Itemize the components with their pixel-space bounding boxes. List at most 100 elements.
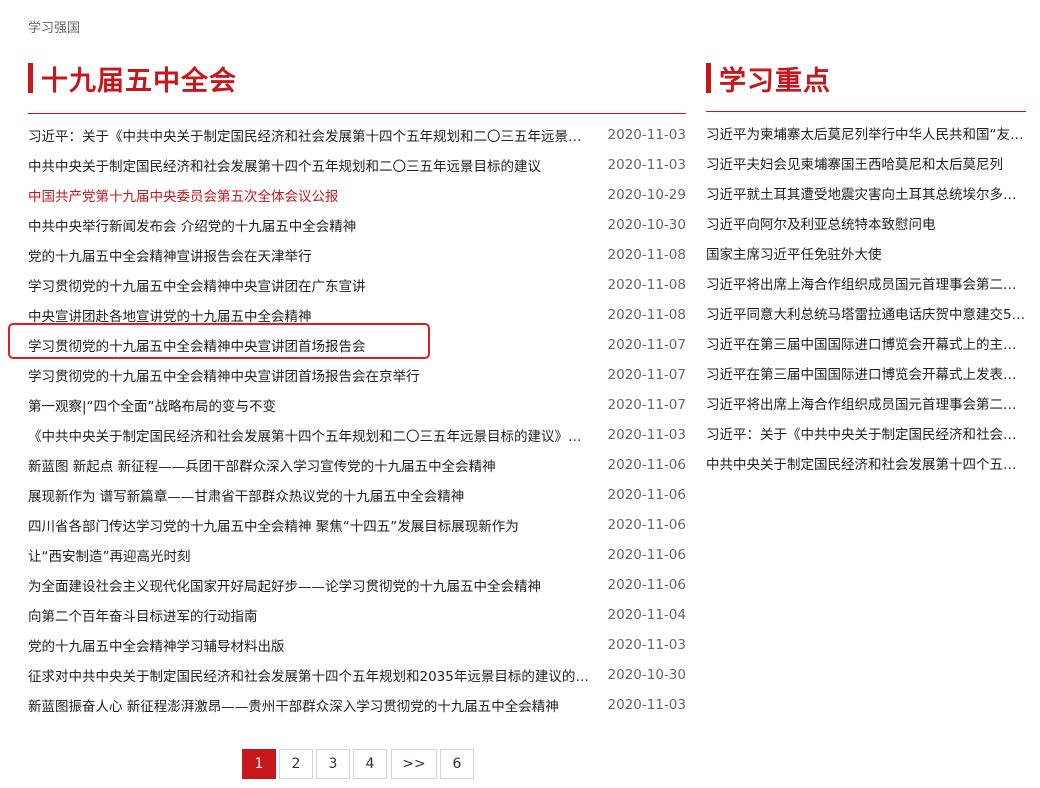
key-study-item[interactable]: 习近平在第三届中国国际进口博览会开幕式上发表主旨演讲 <box>706 358 1026 388</box>
key-study-item[interactable]: 习近平在第三届中国国际进口博览会开幕式上的主旨演讲 <box>706 328 1026 358</box>
article-row[interactable]: 中国共产党第十九届中央委员会第五次全体会议公报 2020-10-29 <box>28 180 686 210</box>
article-date: 2020-11-03 <box>607 157 686 173</box>
article-row[interactable]: 党的十九届五中全会精神宣讲报告会在天津举行 2020-11-08 <box>28 240 686 270</box>
article-date: 2020-10-30 <box>607 217 686 233</box>
key-study-item[interactable]: 习近平夫妇会见柬埔寨国王西哈莫尼和太后莫尼列 <box>706 148 1026 178</box>
key-study-link[interactable]: 习近平在第三届中国国际进口博览会开幕式上的主旨演讲 <box>706 333 1026 353</box>
article-date: 2020-11-03 <box>607 127 686 143</box>
key-study-item[interactable]: 习近平同意大利总统马塔雷拉通电话庆贺中意建交50周年 <box>706 298 1026 328</box>
key-study-link[interactable]: 习近平将出席上海合作组织成员国元首理事会第二十次会议 <box>706 273 1026 293</box>
page-button-1[interactable]: 1 <box>242 749 276 779</box>
page-button-6[interactable]: 6 <box>440 749 474 779</box>
article-title-link[interactable]: 四川省各部门传达学习党的十九届五中全会精神 聚焦“十四五”发展目标展现新作为 <box>28 515 594 535</box>
article-title-link[interactable]: 展现新作为 谱写新篇章——甘肃省干部群众热议党的十九届五中全会精神 <box>28 485 594 505</box>
article-title-link[interactable]: 学习贯彻党的十九届五中全会精神中央宣讲团首场报告会在京举行 <box>28 365 594 385</box>
article-row[interactable]: 让“西安制造”再迎高光时刻 2020-11-06 <box>28 540 686 570</box>
article-row[interactable]: 学习贯彻党的十九届五中全会精神中央宣讲团首场报告会 2020-11-07 <box>28 330 686 360</box>
article-row[interactable]: 新蓝图振奋人心 新征程澎湃激昂——贵州干部群众深入学习贯彻党的十九届五中全会精神… <box>28 690 686 720</box>
key-study-item[interactable]: 习近平就土耳其遭受地震灾害向土耳其总统埃尔多安致慰问电 <box>706 178 1026 208</box>
side-section-header: 学习重点 <box>706 62 831 97</box>
article-row[interactable]: 向第二个百年奋斗目标进军的行动指南 2020-11-04 <box>28 600 686 630</box>
side-section-title[interactable]: 学习重点 <box>719 59 831 98</box>
article-date: 2020-11-07 <box>607 337 686 353</box>
article-row[interactable]: 中央宣讲团赴各地宣讲党的十九届五中全会精神 2020-11-08 <box>28 300 686 330</box>
article-row[interactable]: 征求对中共中央关于制定国民经济和社会发展第十四个五年规划和2035年远景目标的建… <box>28 660 686 690</box>
article-row[interactable]: 新蓝图 新起点 新征程——兵团干部群众深入学习宣传党的十九届五中全会精神 2020… <box>28 450 686 480</box>
key-study-link[interactable]: 习近平：关于《中共中央关于制定国民经济和社会发展第十四个五年规划》 <box>706 423 1026 443</box>
article-title-link[interactable]: 向第二个百年奋斗目标进军的行动指南 <box>28 605 594 625</box>
key-study-link[interactable]: 习近平为柬埔寨太后莫尼列举行中华人民共和国“友谊勋章”颁授仪式 <box>706 123 1026 143</box>
page-button-2[interactable]: 2 <box>279 749 313 779</box>
article-date: 2020-11-08 <box>607 247 686 263</box>
key-study-item[interactable]: 习近平向阿尔及利亚总统特本致慰问电 <box>706 208 1026 238</box>
key-study-item[interactable]: 习近平：关于《中共中央关于制定国民经济和社会发展第十四个五年规划》 <box>706 418 1026 448</box>
article-date: 2020-11-06 <box>607 577 686 593</box>
key-study-link[interactable]: 习近平将出席上海合作组织成员国元首理事会第二十次会议 <box>706 393 1026 413</box>
article-title-link[interactable]: 中共中央举行新闻发布会 介绍党的十九届五中全会精神 <box>28 215 594 235</box>
article-date: 2020-10-29 <box>607 187 686 203</box>
article-title-link[interactable]: 为全面建设社会主义现代化国家开好局起好步——论学习贯彻党的十九届五中全会精神 <box>28 575 594 595</box>
article-date: 2020-11-06 <box>607 457 686 473</box>
article-row[interactable]: 党的十九届五中全会精神学习辅导材料出版 2020-11-03 <box>28 630 686 660</box>
article-date: 2020-11-06 <box>607 487 686 503</box>
title-accent-bar <box>706 63 711 93</box>
article-row[interactable]: 四川省各部门传达学习党的十九届五中全会精神 聚焦“十四五”发展目标展现新作为 20… <box>28 510 686 540</box>
article-title-link[interactable]: 学习贯彻党的十九届五中全会精神中央宣讲团首场报告会 <box>28 335 594 355</box>
article-title-link[interactable]: 《中共中央关于制定国民经济和社会发展第十四个五年规划和二〇三五年远景目标的建议》… <box>28 425 594 445</box>
key-study-link[interactable]: 习近平就土耳其遭受地震灾害向土耳其总统埃尔多安致慰问电 <box>706 183 1026 203</box>
main-section-title[interactable]: 十九届五中全会 <box>41 59 237 98</box>
article-row[interactable]: 展现新作为 谱写新篇章——甘肃省干部群众热议党的十九届五中全会精神 2020-11… <box>28 480 686 510</box>
article-date: 2020-11-08 <box>607 307 686 323</box>
page-next-button[interactable]: >> <box>391 749 437 779</box>
article-row[interactable]: 第一观察|“四个全面”战略布局的变与不变 2020-11-07 <box>28 390 686 420</box>
article-date: 2020-11-08 <box>607 277 686 293</box>
article-title-link[interactable]: 党的十九届五中全会精神宣讲报告会在天津举行 <box>28 245 594 265</box>
article-title-link[interactable]: 征求对中共中央关于制定国民经济和社会发展第十四个五年规划和2035年远景目标的建… <box>28 665 594 685</box>
article-row[interactable]: 中共中央关于制定国民经济和社会发展第十四个五年规划和二〇三五年远景目标的建议 20… <box>28 150 686 180</box>
key-study-item[interactable]: 习近平将出席上海合作组织成员国元首理事会第二十次会议 <box>706 268 1026 298</box>
breadcrumb[interactable]: 学习强国 <box>28 17 80 36</box>
article-title-link[interactable]: 让“西安制造”再迎高光时刻 <box>28 545 594 565</box>
article-date: 2020-11-03 <box>607 427 686 443</box>
key-study-link[interactable]: 中共中央关于制定国民经济和社会发展第十四个五年规划 <box>706 453 1026 473</box>
article-date: 2020-11-03 <box>607 697 686 713</box>
main-section-divider <box>28 113 686 114</box>
article-title-link[interactable]: 新蓝图 新起点 新征程——兵团干部群众深入学习宣传党的十九届五中全会精神 <box>28 455 594 475</box>
article-title-link[interactable]: 中央宣讲团赴各地宣讲党的十九届五中全会精神 <box>28 305 594 325</box>
article-row[interactable]: 《中共中央关于制定国民经济和社会发展第十四个五年规划和二〇三五年远景目标的建议》… <box>28 420 686 450</box>
article-row[interactable]: 学习贯彻党的十九届五中全会精神中央宣讲团在广东宣讲 2020-11-08 <box>28 270 686 300</box>
key-study-item[interactable]: 习近平将出席上海合作组织成员国元首理事会第二十次会议 <box>706 388 1026 418</box>
main-article-list: 习近平：关于《中共中央关于制定国民经济和社会发展第十四个五年规划和二〇三五年远景… <box>28 120 686 720</box>
article-title-link[interactable]: 第一观察|“四个全面”战略布局的变与不变 <box>28 395 594 415</box>
key-study-item[interactable]: 习近平为柬埔寨太后莫尼列举行中华人民共和国“友谊勋章”颁授仪式 <box>706 118 1026 148</box>
article-title-link[interactable]: 中国共产党第十九届中央委员会第五次全体会议公报 <box>28 185 594 205</box>
key-study-link[interactable]: 习近平在第三届中国国际进口博览会开幕式上发表主旨演讲 <box>706 363 1026 383</box>
key-study-link[interactable]: 国家主席习近平任免驻外大使 <box>706 243 882 263</box>
side-section-divider <box>706 111 1026 112</box>
article-title-link[interactable]: 习近平：关于《中共中央关于制定国民经济和社会发展第十四个五年规划和二〇三五年远景… <box>28 125 594 145</box>
article-title-link[interactable]: 中共中央关于制定国民经济和社会发展第十四个五年规划和二〇三五年远景目标的建议 <box>28 155 594 175</box>
article-date: 2020-11-07 <box>607 397 686 413</box>
pagination: 1 2 3 4 >> 6 <box>0 749 1040 781</box>
article-date: 2020-11-06 <box>607 517 686 533</box>
article-date: 2020-11-03 <box>607 637 686 653</box>
key-study-link[interactable]: 习近平夫妇会见柬埔寨国王西哈莫尼和太后莫尼列 <box>706 153 1003 173</box>
article-title-link[interactable]: 新蓝图振奋人心 新征程澎湃激昂——贵州干部群众深入学习贯彻党的十九届五中全会精神 <box>28 695 594 715</box>
key-study-item[interactable]: 中共中央关于制定国民经济和社会发展第十四个五年规划 <box>706 448 1026 478</box>
article-row[interactable]: 中共中央举行新闻发布会 介绍党的十九届五中全会精神 2020-10-30 <box>28 210 686 240</box>
article-row[interactable]: 为全面建设社会主义现代化国家开好局起好步——论学习贯彻党的十九届五中全会精神 20… <box>28 570 686 600</box>
key-study-item[interactable]: 国家主席习近平任免驻外大使 <box>706 238 1026 268</box>
article-row[interactable]: 习近平：关于《中共中央关于制定国民经济和社会发展第十四个五年规划和二〇三五年远景… <box>28 120 686 150</box>
page-button-4[interactable]: 4 <box>353 749 387 779</box>
side-article-list: 习近平为柬埔寨太后莫尼列举行中华人民共和国“友谊勋章”颁授仪式习近平夫妇会见柬埔… <box>706 118 1026 478</box>
main-section-header: 十九届五中全会 <box>28 62 237 97</box>
article-title-link[interactable]: 党的十九届五中全会精神学习辅导材料出版 <box>28 635 594 655</box>
article-title-link[interactable]: 学习贯彻党的十九届五中全会精神中央宣讲团在广东宣讲 <box>28 275 594 295</box>
article-date: 2020-11-04 <box>607 607 686 623</box>
key-study-link[interactable]: 习近平向阿尔及利亚总统特本致慰问电 <box>706 213 936 233</box>
article-date: 2020-10-30 <box>607 667 686 683</box>
page-button-3[interactable]: 3 <box>316 749 350 779</box>
article-row[interactable]: 学习贯彻党的十九届五中全会精神中央宣讲团首场报告会在京举行 2020-11-07 <box>28 360 686 390</box>
article-date: 2020-11-07 <box>607 367 686 383</box>
key-study-link[interactable]: 习近平同意大利总统马塔雷拉通电话庆贺中意建交50周年 <box>706 303 1026 323</box>
